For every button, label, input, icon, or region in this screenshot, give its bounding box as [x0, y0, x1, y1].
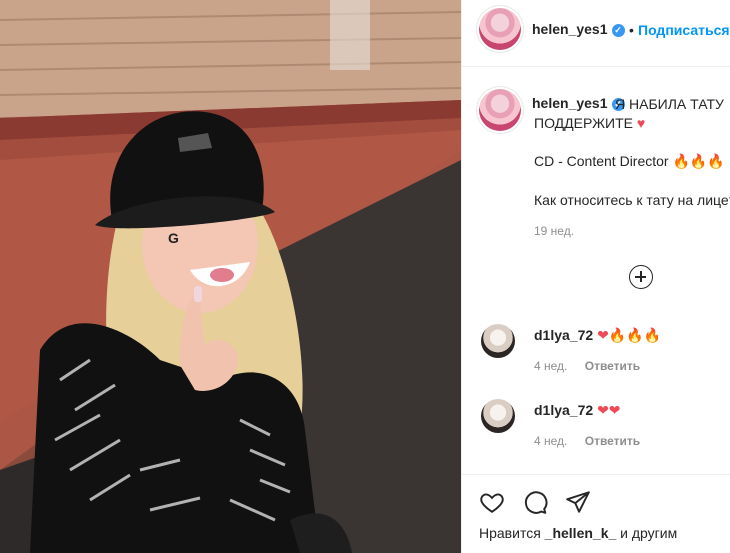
- reply-button[interactable]: Ответить: [585, 359, 640, 373]
- comment-meta: 4 нед. Ответить: [534, 359, 654, 373]
- svg-text:G: G: [168, 230, 179, 246]
- post-header: helen_yes1 ✓ • Подписаться: [462, 0, 730, 67]
- fire-emoji-icon: 🔥🔥🔥: [672, 153, 725, 169]
- red-heart-emoji-icon: ♥: [636, 115, 646, 131]
- post-details-panel: helen_yes1 ✓ • Подписаться helen_yes1 ✓ Я …: [461, 0, 730, 553]
- comment-meta: 4 нед. Ответить: [534, 434, 654, 448]
- post-image: G: [0, 0, 461, 553]
- reply-button[interactable]: Ответить: [585, 434, 640, 448]
- follow-button[interactable]: Подписаться: [638, 22, 730, 38]
- caption-author-avatar[interactable]: [479, 89, 521, 131]
- comment-text: ❤❤: [597, 402, 621, 418]
- comment-icon[interactable]: [522, 489, 548, 515]
- comment-avatar[interactable]: [481, 399, 515, 433]
- comment-username[interactable]: d1lya_72: [534, 327, 593, 343]
- heart-icon[interactable]: [479, 489, 505, 515]
- likes-username[interactable]: _hellen_k_: [545, 525, 617, 541]
- plus-circle-icon[interactable]: [629, 265, 653, 289]
- comment: d1lya_72 ❤❤: [534, 402, 621, 419]
- author-avatar[interactable]: [479, 8, 521, 50]
- comment-avatar[interactable]: [481, 324, 515, 358]
- likes-summary: Нравится _hellen_k_ и другим: [479, 525, 678, 541]
- caption-username[interactable]: helen_yes1 ✓: [532, 95, 625, 111]
- comment-username[interactable]: d1lya_72: [534, 402, 593, 418]
- separator-dot: •: [629, 22, 634, 38]
- caption-line-3: CD - Content Director 🔥🔥🔥: [534, 153, 725, 169]
- comment: d1lya_72 ❤🔥🔥🔥: [534, 327, 661, 344]
- comment-text: ❤🔥🔥🔥: [597, 327, 662, 343]
- comment-age[interactable]: 4 нед.: [534, 434, 567, 448]
- post-actions: Нравится _hellen_k_ и другим: [462, 474, 730, 553]
- post-age[interactable]: 19 нед.: [534, 224, 574, 238]
- share-icon[interactable]: [565, 489, 591, 515]
- comment-age[interactable]: 4 нед.: [534, 359, 567, 373]
- post-photo[interactable]: G: [0, 0, 461, 553]
- author-username[interactable]: helen_yes1 ✓: [532, 21, 625, 37]
- verified-badge-icon: ✓: [611, 24, 625, 37]
- caption-line-4: Как относитесь к тату на лице?: [534, 192, 730, 208]
- caption-line-2: ПОДДЕРЖИТЕ ♥: [534, 115, 646, 131]
- caption-line-1: Я НАБИЛА ТАТУ: [615, 96, 724, 112]
